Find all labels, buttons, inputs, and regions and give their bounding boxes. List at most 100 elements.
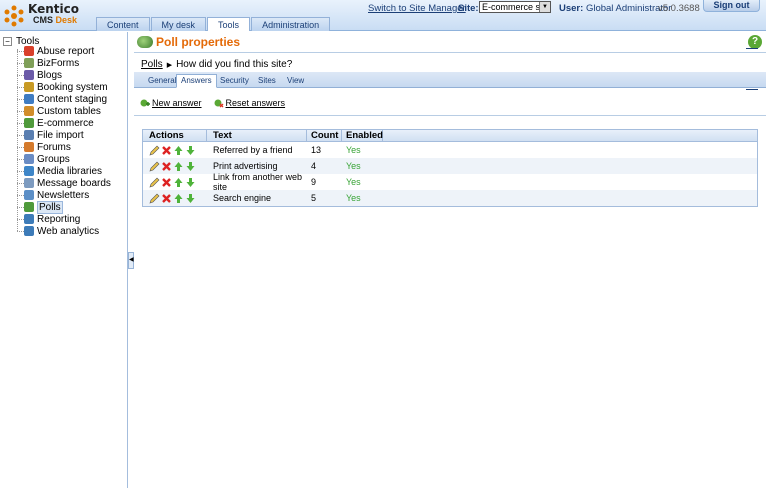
row-enabled: Yes (346, 193, 361, 203)
tree-item-label[interactable]: Forums (37, 142, 71, 153)
move-down-icon[interactable] (185, 145, 196, 156)
move-down-icon[interactable] (185, 193, 196, 204)
delete-icon[interactable] (161, 161, 172, 172)
tab-content[interactable]: Content (96, 17, 150, 31)
reset-answers-icon (214, 99, 224, 108)
row-count: 13 (311, 145, 322, 155)
move-up-icon[interactable] (173, 177, 184, 188)
move-up-icon[interactable] (173, 193, 184, 204)
tree-item-label[interactable]: Message boards (37, 178, 111, 189)
tree-item-content-staging[interactable]: Content staging (17, 93, 107, 105)
tab-general[interactable]: General (144, 75, 180, 86)
tree-item-label[interactable]: Polls (37, 200, 63, 214)
tree-item-polls[interactable]: Polls (17, 200, 63, 214)
delete-icon[interactable] (161, 177, 172, 188)
separator (134, 115, 766, 116)
tree-item-label[interactable]: File import (37, 130, 84, 141)
tree-connector (17, 122, 24, 124)
help-icon[interactable]: ? (748, 35, 762, 49)
tree-item-custom-tables[interactable]: Custom tables (17, 105, 101, 117)
analytics-icon (24, 226, 34, 236)
tab-administration[interactable]: Administration (251, 17, 331, 31)
tree-item-label[interactable]: Abuse report (37, 46, 94, 57)
breadcrumb-arrow-icon: ▶ (166, 61, 173, 69)
edit-icon[interactable] (149, 161, 160, 172)
title-bar: Poll properties ? (134, 32, 766, 53)
tree-item-label[interactable]: Web analytics (37, 226, 99, 237)
delete-icon[interactable] (161, 145, 172, 156)
tab-sites[interactable]: Sites (254, 75, 280, 86)
edit-icon[interactable] (149, 145, 160, 156)
move-down-icon[interactable] (185, 161, 196, 172)
blogs-icon (24, 70, 34, 80)
table-row: Search engine 5 Yes (143, 190, 757, 206)
header-count[interactable]: Count (307, 130, 342, 141)
table-row: Referred by a friend 13 Yes (143, 142, 757, 158)
delete-icon[interactable] (161, 193, 172, 204)
tree-item-label[interactable]: E-commerce (37, 118, 94, 129)
tree-item-file-import[interactable]: File import (17, 129, 84, 141)
move-up-icon[interactable] (173, 161, 184, 172)
logo-subtext: CMS Desk (33, 15, 77, 25)
tree-item-label[interactable]: Media libraries (37, 166, 102, 177)
tab-security[interactable]: Security (216, 75, 253, 86)
site-select[interactable]: E-commerce site ▼ (479, 1, 551, 13)
header-enabled[interactable]: Enabled (342, 130, 383, 141)
tree-item-reporting[interactable]: Reporting (17, 213, 80, 225)
row-actions (143, 177, 207, 188)
tree-item-booking-system[interactable]: Booking system (17, 81, 108, 93)
move-up-icon[interactable] (173, 145, 184, 156)
tree-item-web-analytics[interactable]: Web analytics (17, 225, 99, 237)
tree-item-label[interactable]: Content staging (37, 94, 107, 105)
tree-item-label[interactable]: Reporting (37, 214, 80, 225)
move-down-icon[interactable] (185, 177, 196, 188)
tree-item-blogs[interactable]: Blogs (17, 69, 62, 81)
tree-item-label[interactable]: Blogs (37, 70, 62, 81)
row-text: Referred by a friend (213, 145, 293, 155)
reset-answers-button[interactable]: Reset answers (214, 98, 286, 108)
tree-item-label[interactable]: Newsletters (37, 190, 89, 201)
edit-icon[interactable] (149, 193, 160, 204)
header-text[interactable]: Text (207, 130, 307, 141)
switch-site-manager-link[interactable]: Switch to Site Manager (368, 3, 466, 14)
reset-answers-label: Reset answers (225, 98, 286, 108)
tree-item-forums[interactable]: Forums (17, 141, 71, 153)
tree-item-label[interactable]: BizForms (37, 58, 79, 69)
row-enabled: Yes (346, 161, 361, 171)
minimize-icon[interactable] (746, 89, 758, 92)
tree-item-label[interactable]: Groups (37, 154, 70, 165)
tree-item-bizforms[interactable]: BizForms (17, 57, 79, 69)
row-count: 4 (311, 161, 317, 171)
breadcrumb-polls-link[interactable]: Polls (141, 59, 163, 70)
new-answer-button[interactable]: New answer (140, 98, 202, 108)
user-label: User: (559, 3, 584, 14)
chevron-down-icon[interactable]: ▼ (539, 2, 550, 12)
tree-item-e-commerce[interactable]: E-commerce (17, 117, 94, 129)
tree-connector (17, 62, 24, 64)
kentico-logo: Kentico CMS Desk (4, 2, 94, 29)
collapse-icon[interactable]: − (3, 37, 12, 46)
main-tabs: Content My desk Tools Administration (96, 17, 331, 31)
header-bar: Kentico CMS Desk Content My desk Tools A… (0, 0, 766, 31)
minimize-icon[interactable] (746, 48, 758, 51)
tab-my-desk[interactable]: My desk (150, 17, 207, 31)
new-answer-icon (140, 99, 150, 107)
tree-item-abuse-report[interactable]: Abuse report (17, 45, 94, 57)
sign-out-button[interactable]: Sign out (703, 0, 760, 12)
tab-view[interactable]: View (283, 75, 308, 86)
edit-icon[interactable] (149, 177, 160, 188)
tree-item-groups[interactable]: Groups (17, 153, 70, 165)
actions-row: New answer Reset answers (140, 98, 285, 108)
tree-item-message-boards[interactable]: Message boards (17, 177, 111, 189)
newsletter-icon (24, 190, 34, 200)
abuse-report-icon (24, 46, 34, 56)
tab-tools[interactable]: Tools (207, 17, 251, 31)
tree-item-label[interactable]: Booking system (37, 82, 108, 93)
tab-answers[interactable]: Answers (176, 74, 217, 88)
tree-item-media-libraries[interactable]: Media libraries (17, 165, 102, 177)
tree-connector (17, 218, 24, 220)
tree-item-label[interactable]: Custom tables (37, 106, 101, 117)
tree-connector (17, 194, 24, 196)
main-panel: Poll properties ? Polls ▶ How did you fi… (134, 32, 766, 488)
tree-item-newsletters[interactable]: Newsletters (17, 189, 89, 201)
